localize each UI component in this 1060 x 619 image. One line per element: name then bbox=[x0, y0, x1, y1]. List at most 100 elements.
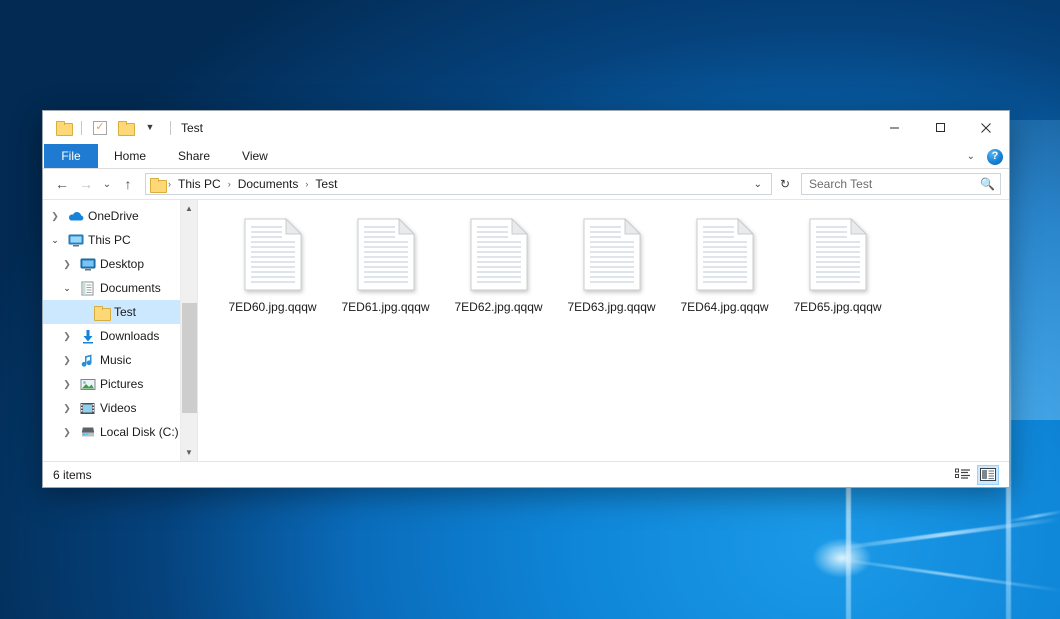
pictures-icon bbox=[79, 378, 96, 391]
folder-icon bbox=[93, 306, 110, 319]
minimize-button[interactable] bbox=[871, 111, 917, 144]
breadcrumb-folder-icon bbox=[150, 178, 165, 191]
chevron-right-icon[interactable]: ❯ bbox=[59, 428, 75, 437]
chevron-right-icon[interactable]: ❯ bbox=[59, 356, 75, 365]
downloads-icon bbox=[79, 329, 96, 344]
sidebar-item-label: Videos bbox=[100, 401, 136, 415]
chevron-right-icon[interactable]: ❯ bbox=[59, 332, 75, 341]
close-button[interactable] bbox=[963, 111, 1009, 144]
file-item[interactable]: 7ED63.jpg.qqqw bbox=[555, 214, 668, 334]
sidebar-item-label: Pictures bbox=[100, 377, 143, 391]
sidebar-item-music[interactable]: ❯ Music bbox=[43, 348, 180, 372]
navigation-pane: ❯ OneDrive ⌄ This PC ❯ bbox=[43, 200, 197, 461]
properties-icon[interactable]: ✓ bbox=[90, 118, 110, 138]
search-box[interactable]: 🔍 bbox=[801, 173, 1001, 195]
navigation-scrollbar[interactable]: ▲ ▼ bbox=[180, 200, 197, 461]
window-body: ❯ OneDrive ⌄ This PC ❯ bbox=[43, 199, 1009, 461]
file-name: 7ED62.jpg.qqqw bbox=[454, 300, 542, 314]
sidebar-item-label: Documents bbox=[100, 281, 161, 295]
file-item[interactable]: 7ED61.jpg.qqqw bbox=[329, 214, 442, 334]
window-controls bbox=[871, 111, 1009, 144]
forward-button[interactable]: → bbox=[75, 173, 97, 195]
maximize-button[interactable] bbox=[917, 111, 963, 144]
breadcrumb-separator-0: › bbox=[167, 179, 172, 189]
generic-file-icon bbox=[583, 218, 641, 291]
sidebar-item-label: This PC bbox=[88, 233, 131, 247]
chevron-right-icon[interactable]: ❯ bbox=[59, 404, 75, 413]
scrollbar-track[interactable] bbox=[181, 217, 198, 444]
desktop-icon bbox=[79, 258, 96, 271]
generic-file-icon bbox=[470, 218, 528, 291]
breadcrumb-item-this-pc[interactable]: This PC bbox=[174, 174, 225, 194]
file-name: 7ED60.jpg.qqqw bbox=[228, 300, 316, 314]
file-name: 7ED65.jpg.qqqw bbox=[793, 300, 881, 314]
chevron-right-icon[interactable]: ❯ bbox=[59, 380, 75, 389]
breadcrumb-item-test[interactable]: Test bbox=[311, 174, 341, 194]
scroll-down-icon[interactable]: ▼ bbox=[181, 444, 198, 461]
large-icons-view-button[interactable] bbox=[977, 465, 999, 485]
sidebar-item-label: Music bbox=[100, 353, 131, 367]
ribbon-right-controls: ⌄ ? bbox=[963, 144, 1003, 169]
generic-file-icon bbox=[809, 218, 867, 291]
sidebar-item-videos[interactable]: ❯ Videos bbox=[43, 396, 180, 420]
chevron-right-icon[interactable]: ❯ bbox=[47, 212, 63, 221]
sidebar-item-pictures[interactable]: ❯ Pictures bbox=[43, 372, 180, 396]
tab-file[interactable]: File bbox=[44, 144, 98, 168]
sidebar-item-this-pc[interactable]: ⌄ This PC bbox=[43, 228, 180, 252]
generic-file-icon bbox=[244, 218, 302, 291]
sidebar-item-onedrive[interactable]: ❯ OneDrive bbox=[43, 204, 180, 228]
file-item[interactable]: 7ED62.jpg.qqqw bbox=[442, 214, 555, 334]
tab-share[interactable]: Share bbox=[162, 144, 226, 168]
monitor-icon bbox=[67, 234, 84, 247]
file-item[interactable]: 7ED65.jpg.qqqw bbox=[781, 214, 894, 334]
ribbon-tab-bar: File Home Share View ⌄ ? bbox=[43, 144, 1009, 169]
chevron-down-icon[interactable]: ⌄ bbox=[47, 236, 63, 245]
back-button[interactable]: ← bbox=[51, 173, 73, 195]
view-buttons bbox=[952, 465, 999, 485]
tab-home[interactable]: Home bbox=[98, 144, 162, 168]
recent-locations-button[interactable]: ⌄ bbox=[99, 173, 115, 195]
refresh-icon[interactable]: ↻ bbox=[774, 173, 796, 195]
chevron-right-icon[interactable]: ❯ bbox=[59, 260, 75, 269]
desktop: ✓ ▼ Test bbox=[0, 0, 1060, 619]
chevron-down-icon[interactable]: ⌄ bbox=[963, 151, 979, 162]
wallpaper-glow bbox=[812, 538, 872, 578]
details-view-button[interactable] bbox=[952, 465, 974, 485]
sidebar-item-label: Local Disk (C:) bbox=[100, 425, 179, 439]
search-icon[interactable]: 🔍 bbox=[980, 177, 995, 191]
chevron-down-icon[interactable]: ▼ bbox=[140, 118, 160, 138]
breadcrumb[interactable]: › This PC › Documents › Test ⌄ bbox=[145, 173, 772, 195]
breadcrumb-item-documents[interactable]: Documents bbox=[234, 174, 303, 194]
file-list-view[interactable]: 7ED60.jpg.qqqw bbox=[197, 200, 1009, 461]
file-name: 7ED63.jpg.qqqw bbox=[567, 300, 655, 314]
sidebar-item-label: Desktop bbox=[100, 257, 144, 271]
help-icon[interactable]: ? bbox=[987, 149, 1003, 165]
window-title: Test bbox=[170, 121, 203, 135]
scroll-up-icon[interactable]: ▲ bbox=[181, 200, 198, 217]
tab-view[interactable]: View bbox=[226, 144, 284, 168]
folder-icon[interactable] bbox=[53, 118, 73, 138]
breadcrumb-separator-1: › bbox=[227, 179, 232, 189]
sidebar-item-local-disk-c[interactable]: ❯ Local Disk (C:) bbox=[43, 420, 180, 444]
chevron-down-icon[interactable]: ⌄ bbox=[749, 179, 767, 190]
sidebar-item-downloads[interactable]: ❯ Downloads bbox=[43, 324, 180, 348]
sidebar-item-documents[interactable]: ⌄ Documents bbox=[43, 276, 180, 300]
file-grid: 7ED60.jpg.qqqw bbox=[216, 214, 1009, 334]
status-bar: 6 items bbox=[43, 461, 1009, 487]
new-folder-icon[interactable] bbox=[115, 118, 135, 138]
sidebar-item-label: Test bbox=[114, 305, 136, 319]
breadcrumb-separator-2: › bbox=[304, 179, 309, 189]
quick-access-toolbar: ✓ ▼ bbox=[43, 118, 160, 138]
sidebar-item-test[interactable]: Test bbox=[43, 300, 180, 324]
file-explorer-window: ✓ ▼ Test bbox=[42, 110, 1010, 488]
sidebar-item-label: Downloads bbox=[100, 329, 159, 343]
sidebar-item-desktop[interactable]: ❯ Desktop bbox=[43, 252, 180, 276]
file-item[interactable]: 7ED64.jpg.qqqw bbox=[668, 214, 781, 334]
cloud-icon bbox=[67, 210, 84, 222]
title-bar: ✓ ▼ Test bbox=[43, 111, 1009, 144]
file-item[interactable]: 7ED60.jpg.qqqw bbox=[216, 214, 329, 334]
up-button[interactable]: ↑ bbox=[117, 173, 139, 195]
search-input[interactable] bbox=[809, 177, 980, 191]
chevron-down-icon[interactable]: ⌄ bbox=[59, 284, 75, 293]
scrollbar-thumb[interactable] bbox=[182, 303, 197, 413]
